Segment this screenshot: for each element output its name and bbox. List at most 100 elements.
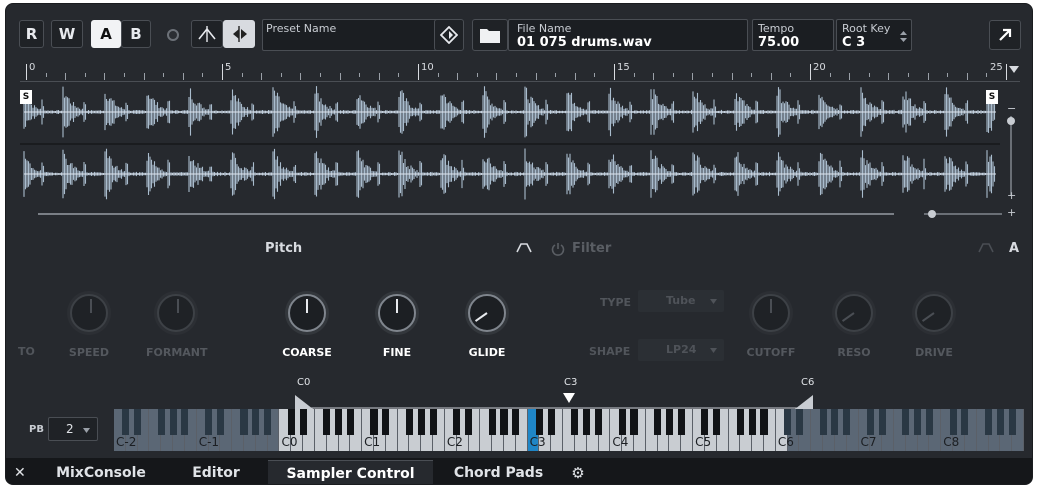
black-key[interactable] xyxy=(370,409,378,435)
read-automation-button[interactable]: R xyxy=(19,20,44,48)
black-key[interactable] xyxy=(417,409,425,435)
horizontal-zoom-in-icon[interactable]: + xyxy=(1007,206,1016,219)
filter-shape-select[interactable]: LP24 xyxy=(638,339,724,361)
open-editor-button[interactable] xyxy=(989,20,1021,50)
zoom-in-icon[interactable]: + xyxy=(1007,189,1016,202)
black-key[interactable] xyxy=(595,409,603,435)
tab-mixconsole[interactable]: MixConsole xyxy=(46,460,156,484)
black-key[interactable] xyxy=(843,409,851,435)
vertical-zoom-handle[interactable] xyxy=(1007,117,1015,125)
monitor-indicator-icon[interactable] xyxy=(167,29,179,41)
black-key[interactable] xyxy=(677,409,685,435)
black-key[interactable] xyxy=(405,409,413,435)
piano-keyboard[interactable]: C-2 C-1 C0 C1 C2 C3 C4 C5 C6 C7 C8 xyxy=(114,409,1024,451)
setting-b-button[interactable]: B xyxy=(121,20,151,48)
black-key[interactable] xyxy=(512,409,520,435)
black-key[interactable] xyxy=(949,409,957,435)
black-key[interactable] xyxy=(335,409,343,435)
root-key-field[interactable]: Root Key C 3 xyxy=(836,19,912,51)
black-key[interactable] xyxy=(465,409,473,435)
pitch-envelope-icon[interactable] xyxy=(516,242,532,254)
black-key[interactable] xyxy=(961,409,969,435)
fine-knob-group[interactable]: FINE xyxy=(372,294,422,359)
load-file-button[interactable] xyxy=(472,19,508,51)
coarse-knob[interactable] xyxy=(288,294,326,332)
black-key[interactable] xyxy=(630,409,638,435)
black-key[interactable] xyxy=(665,409,673,435)
black-key[interactable] xyxy=(795,409,803,435)
speed-knob-group[interactable]: SPEED xyxy=(64,294,114,359)
formant-knob-group[interactable]: FORMANT xyxy=(146,294,208,359)
drive-knob-group[interactable]: DRIVE xyxy=(909,294,959,359)
black-key[interactable] xyxy=(323,409,331,435)
tempo-field[interactable]: Tempo 75.00 xyxy=(752,19,834,51)
black-key[interactable] xyxy=(1008,409,1016,435)
black-key[interactable] xyxy=(583,409,591,435)
tab-sampler-control[interactable]: Sampler Control xyxy=(268,460,433,484)
black-key[interactable] xyxy=(287,409,295,435)
black-key[interactable] xyxy=(914,409,922,435)
speed-knob[interactable] xyxy=(70,294,108,332)
black-key[interactable] xyxy=(713,409,721,435)
filter-power-icon[interactable] xyxy=(551,242,565,256)
black-key[interactable] xyxy=(831,409,839,435)
glide-knob-group[interactable]: GLIDE xyxy=(462,294,512,359)
glide-knob[interactable] xyxy=(468,294,506,332)
close-icon[interactable]: ✕ xyxy=(14,465,26,481)
black-key[interactable] xyxy=(453,409,461,435)
root-key-triangle-icon[interactable] xyxy=(563,393,575,403)
sample-start-marker[interactable]: S xyxy=(20,90,32,104)
preset-browser-button[interactable] xyxy=(434,19,464,51)
black-key[interactable] xyxy=(240,409,248,435)
tab-editor[interactable]: Editor xyxy=(166,460,266,484)
black-key[interactable] xyxy=(181,409,189,435)
black-key[interactable] xyxy=(488,409,496,435)
black-key[interactable] xyxy=(169,409,177,435)
black-key[interactable] xyxy=(784,409,792,435)
key-range-bar[interactable] xyxy=(295,393,813,409)
gear-icon[interactable]: ⚙ xyxy=(566,460,590,484)
preset-field[interactable]: Preset Name xyxy=(262,19,462,51)
horizontal-zoom-handle[interactable] xyxy=(928,210,936,218)
drive-knob[interactable] xyxy=(915,294,953,332)
black-key[interactable] xyxy=(996,409,1004,435)
transfer-button[interactable] xyxy=(223,20,255,48)
spinner-arrows-icon[interactable] xyxy=(900,30,907,43)
black-key[interactable] xyxy=(819,409,827,435)
setting-a-button[interactable]: A xyxy=(91,20,121,48)
timeline-ruler[interactable]: 0 5 10 15 20 25 xyxy=(20,60,1020,82)
black-key[interactable] xyxy=(654,409,662,435)
horizontal-scrollbar[interactable] xyxy=(38,213,894,215)
cutoff-knob[interactable] xyxy=(752,294,790,332)
amp-envelope-icon[interactable] xyxy=(978,242,994,254)
reso-knob-group[interactable]: RESO xyxy=(829,294,879,359)
black-key[interactable] xyxy=(902,409,910,435)
black-key[interactable] xyxy=(157,409,165,435)
coarse-knob-group[interactable]: COARSE xyxy=(282,294,332,359)
black-key[interactable] xyxy=(618,409,626,435)
black-key[interactable] xyxy=(346,409,354,435)
black-key[interactable] xyxy=(535,409,543,435)
black-key[interactable] xyxy=(500,409,508,435)
formant-knob[interactable] xyxy=(157,294,195,332)
ruler-menu-arrow-icon[interactable] xyxy=(1009,66,1019,73)
black-key[interactable] xyxy=(122,409,130,435)
black-key[interactable] xyxy=(299,409,307,435)
black-key[interactable] xyxy=(205,409,213,435)
black-key[interactable] xyxy=(925,409,933,435)
cutoff-knob-group[interactable]: CUTOFF xyxy=(746,294,796,359)
black-key[interactable] xyxy=(382,409,390,435)
black-key[interactable] xyxy=(429,409,437,435)
black-key[interactable] xyxy=(866,409,874,435)
sample-end-marker[interactable]: S xyxy=(986,90,998,104)
black-key[interactable] xyxy=(547,409,555,435)
black-key[interactable] xyxy=(571,409,579,435)
black-key[interactable] xyxy=(878,409,886,435)
waveform-display[interactable]: S S xyxy=(20,82,1000,207)
zoom-out-icon[interactable]: − xyxy=(1007,102,1016,115)
black-key[interactable] xyxy=(264,409,272,435)
black-key[interactable] xyxy=(701,409,709,435)
black-key[interactable] xyxy=(760,409,768,435)
reso-knob[interactable] xyxy=(835,294,873,332)
black-key[interactable] xyxy=(134,409,142,435)
